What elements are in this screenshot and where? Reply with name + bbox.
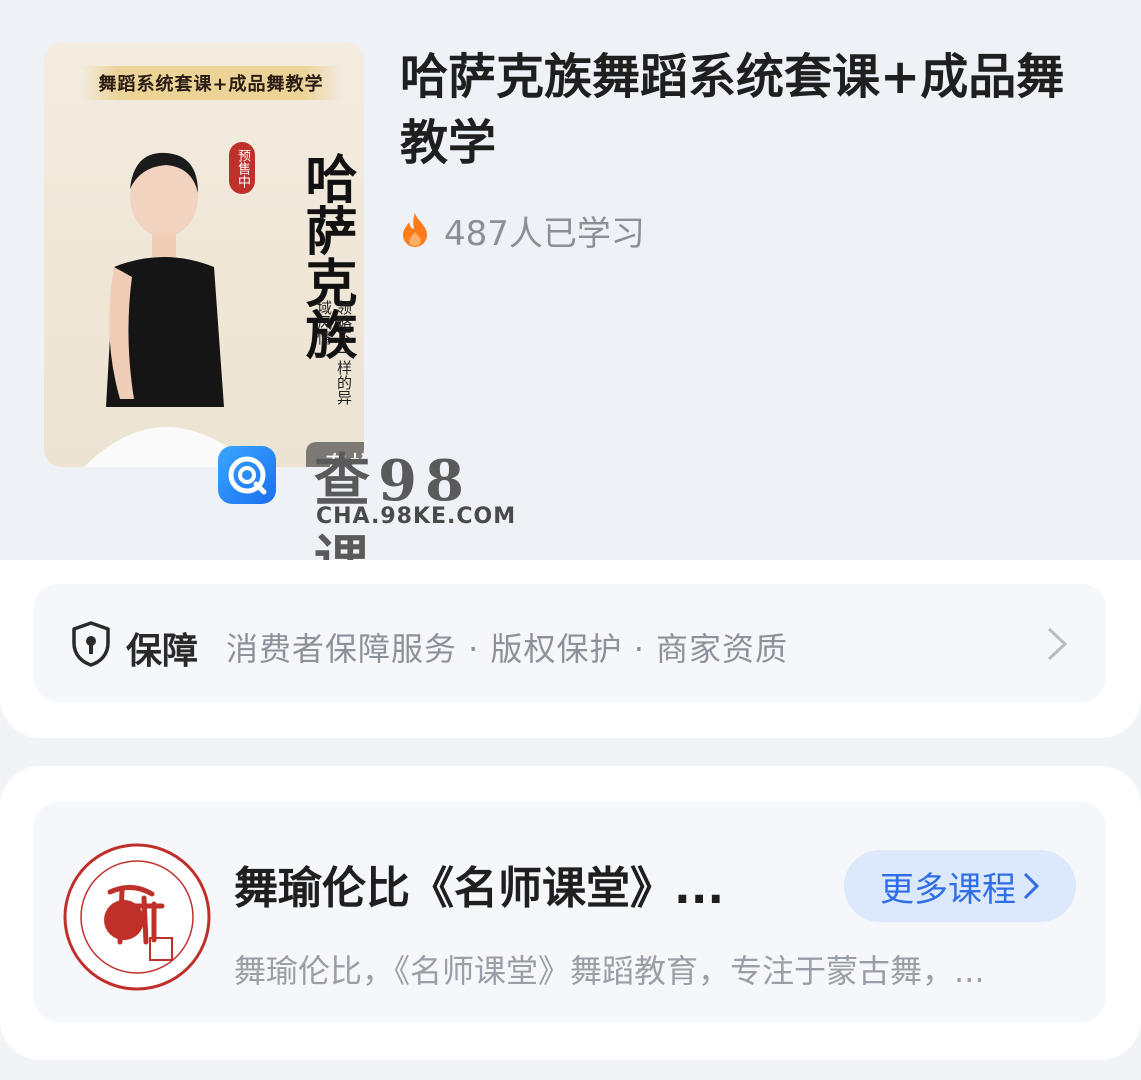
guarantee-section: 保障 消费者保障服务 · 版权保护 · 商家资质 [0, 560, 1141, 738]
more-courses-button[interactable]: 更多课程 [844, 850, 1076, 922]
shield-icon [72, 621, 110, 667]
guarantee-row[interactable]: 保障 消费者保障服务 · 版权保护 · 商家资质 [34, 584, 1106, 702]
fire-icon [403, 213, 427, 247]
shop-name[interactable]: 舞瑜伦比《名师课堂》... [234, 852, 774, 916]
cover-banner-text: 舞蹈系统套课+成品舞教学 [80, 66, 342, 100]
learner-count: 487人已学习 [400, 205, 645, 255]
guarantee-label: 保障 [126, 631, 199, 672]
cover-tagline-text: 领略不一样的异域风情 [315, 300, 353, 405]
dancer-illustration [84, 152, 254, 467]
chevron-right-icon [1023, 872, 1040, 900]
shop-description: 舞瑜伦比，《名师课堂》舞蹈教育，专注于蒙古舞，... [234, 952, 985, 990]
guarantee-items: 消费者保障服务 · 版权保护 · 商家资质 [226, 630, 789, 668]
more-courses-label: 更多课程 [880, 869, 1016, 910]
course-title: 哈萨克族舞蹈系统套课+成品舞教学 [400, 49, 1065, 171]
shop-section: 舞瑜伦比《名师课堂》... 舞瑜伦比，《名师课堂》舞蹈教育，专注于蒙古舞，...… [0, 766, 1141, 1060]
course-header: 舞蹈系统套课+成品舞教学 预售中 哈萨克族 领略不一样的异域风情 专栏 哈萨克族… [0, 0, 1141, 595]
watermark: 查98课 CHA.98KE.COM [218, 440, 518, 595]
watermark-logo-icon [218, 446, 276, 504]
course-cover-image[interactable]: 舞蹈系统套课+成品舞教学 预售中 哈萨克族 领略不一样的异域风情 专栏 [44, 42, 364, 467]
learner-count-text: 487人已学习 [444, 213, 645, 254]
chevron-right-icon [1047, 627, 1068, 661]
shop-logo-seal-icon [63, 843, 211, 991]
watermark-url: CHA.98KE.COM [316, 504, 517, 529]
shop-card[interactable]: 舞瑜伦比《名师课堂》... 舞瑜伦比，《名师课堂》舞蹈教育，专注于蒙古舞，...… [34, 802, 1106, 1022]
